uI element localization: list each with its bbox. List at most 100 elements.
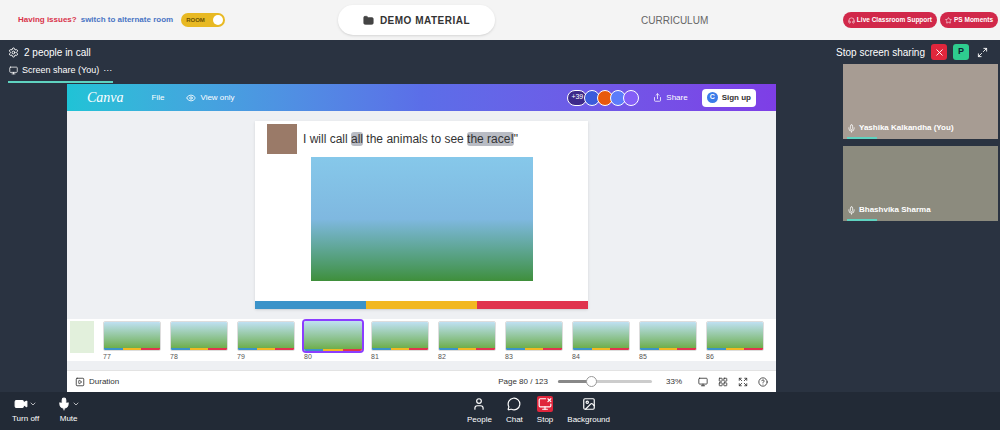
menu-item[interactable]: File — [152, 92, 165, 104]
thumbnail-number: 82 — [438, 352, 496, 361]
stop-sharing-label[interactable]: Stop screen sharing — [836, 45, 925, 60]
thumbnail-number: 84 — [572, 352, 630, 361]
control-button[interactable]: Mute — [57, 397, 80, 425]
collaborator-avatar — [623, 90, 639, 106]
curriculum-link[interactable]: CURRICULUM — [641, 13, 708, 28]
slide-illustration — [311, 157, 533, 281]
canva-window: Canva File View only +39 Share CSign up I will… — [67, 84, 776, 392]
switch-room-link[interactable]: switch to alternate room — [81, 14, 173, 26]
room-toggle[interactable]: ROOM — [181, 13, 225, 27]
fullscreen-icon[interactable] — [738, 377, 748, 387]
top-pill[interactable]: PS Moments — [940, 12, 998, 28]
mic-icon — [57, 397, 71, 411]
caption-segment: the race! — [467, 132, 514, 146]
stop-sharing-button[interactable] — [931, 44, 947, 60]
control-button[interactable]: Chat — [506, 396, 523, 426]
call-body: Screen share (You)··· Canva File View only +… — [0, 64, 1000, 392]
page-indicator: Page 80 / 123 — [498, 376, 548, 388]
canva-footer: Duration Page 80 / 123 33% — [67, 370, 776, 392]
participant-label: Yashika Kalkandha (You) — [843, 122, 998, 137]
participants-column: Yashika Kalkandha (You) Bhashvika Sharma — [843, 64, 1000, 392]
call-header: 2 people in callStop screen sharingP — [0, 40, 1000, 64]
issue-notice: Having issues? switch to alternate room RO… — [18, 13, 338, 27]
slide-color-bar — [255, 301, 588, 309]
help-icon[interactable] — [758, 377, 768, 387]
camera-icon — [14, 397, 28, 411]
thumbnail[interactable]: 85 — [639, 321, 697, 361]
eye-icon — [186, 93, 196, 103]
grid-icon[interactable] — [718, 377, 728, 387]
zoom-reading: 33% — [666, 376, 682, 388]
stop-share-icon — [538, 397, 552, 411]
caption-segment: " — [514, 132, 518, 146]
speaker-photo — [267, 124, 297, 154]
zoom-slider[interactable] — [558, 380, 652, 383]
top-bar: Having issues? switch to alternate room RO… — [0, 0, 1000, 40]
top-pills: Live Classroom SupportPS Moments — [843, 12, 998, 28]
thumbnail[interactable]: 81 — [371, 321, 429, 361]
duration-icon — [75, 377, 85, 387]
thumbnail[interactable]: 83 — [505, 321, 563, 361]
share-button[interactable]: Share — [649, 92, 691, 104]
canva-badge-icon: C — [707, 92, 718, 103]
chevron-icon[interactable] — [29, 400, 37, 408]
thumbnail[interactable]: 84 — [572, 321, 630, 361]
thumbnail[interactable]: 82 — [438, 321, 496, 361]
thumbnail-number: 85 — [639, 352, 697, 361]
support-icon — [848, 17, 855, 24]
caption-segment: I will call — [303, 132, 351, 146]
monitor-icon[interactable] — [698, 377, 708, 387]
control-button[interactable]: Stop — [537, 396, 553, 426]
canva-logo[interactable]: Canva — [87, 87, 124, 108]
user-avatar[interactable]: P — [953, 44, 969, 60]
expand-icon[interactable] — [977, 47, 988, 58]
screen-share-tab[interactable]: Screen share (You)··· — [8, 64, 113, 83]
duration-button[interactable]: Duration — [89, 376, 119, 388]
view-mode[interactable]: View only — [186, 92, 234, 104]
thumbnail-number: 86 — [706, 352, 764, 361]
participant-label: Bhashvika Sharma — [843, 204, 998, 219]
issue-text: Having issues? — [18, 14, 77, 26]
canva-content: I will call all the animals to see the r… — [67, 111, 776, 370]
control-bar: Turn off Mute People Chat Stop Background — [0, 392, 1000, 430]
thumbnail-number: 80 — [304, 352, 362, 361]
folder-icon — [363, 15, 374, 26]
mic-icon — [847, 124, 856, 133]
slide: I will call all the animals to see the r… — [255, 121, 588, 309]
center-controls: People Chat Stop Background — [467, 396, 610, 426]
demo-material-button[interactable]: DEMO MATERIAL — [338, 5, 495, 35]
caption-segment: all — [351, 132, 363, 146]
participant-tile[interactable]: Bhashvika Sharma — [843, 146, 998, 221]
collaborators[interactable]: +39 — [567, 90, 639, 106]
canva-topbar: Canva File View only +39 Share CSign up — [67, 84, 776, 111]
thumbnail-partial — [70, 321, 94, 353]
people-icon — [472, 397, 486, 411]
slide-caption: I will call all the animals to see the r… — [255, 121, 588, 157]
screen-icon — [9, 66, 18, 75]
thumbnail[interactable]: 79 — [237, 321, 295, 361]
chevron-icon[interactable] — [72, 400, 80, 408]
control-button[interactable]: People — [467, 396, 492, 426]
control-button[interactable]: Turn off — [12, 397, 39, 425]
moments-icon — [945, 17, 952, 24]
control-button[interactable]: Background — [567, 396, 610, 426]
share-icon — [653, 93, 662, 102]
share-area: Canva File View only +39 Share CSign up I will… — [0, 84, 843, 392]
zoom-thumb[interactable] — [586, 376, 597, 387]
participant-tile[interactable]: Yashika Kalkandha (You) — [843, 64, 998, 139]
background-icon — [582, 397, 596, 411]
toggle-knob — [213, 15, 223, 25]
gear-icon[interactable] — [8, 47, 19, 58]
thumbnail[interactable]: 80 — [304, 321, 362, 361]
call-area: 2 people in callStop screen sharingPScre… — [0, 40, 1000, 392]
thumbnail[interactable]: 86 — [706, 321, 764, 361]
thumbnail[interactable]: 78 — [170, 321, 228, 361]
thumbnail[interactable]: 77 — [103, 321, 161, 361]
thumbnail-strip: 777879 80 81 82 83 84 85 86 — [67, 319, 776, 361]
signup-button[interactable]: CSign up — [702, 89, 756, 107]
caption-segment: the animals to see — [363, 132, 467, 146]
thumbnail-number: 83 — [505, 352, 563, 361]
chat-icon — [507, 397, 521, 411]
top-pill[interactable]: Live Classroom Support — [843, 12, 937, 28]
share-column: Screen share (You)··· Canva File View only +… — [0, 64, 843, 392]
